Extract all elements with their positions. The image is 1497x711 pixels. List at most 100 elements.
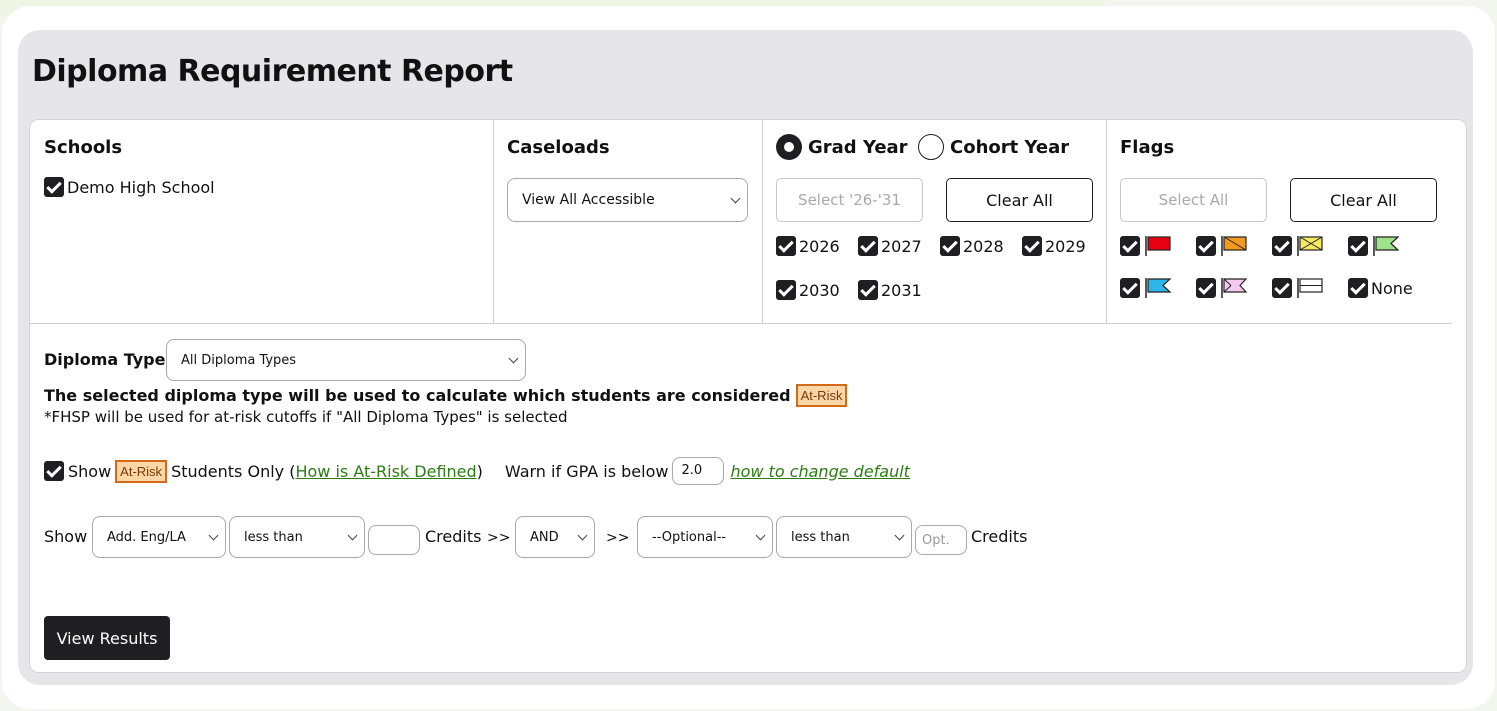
credits-input-1[interactable] <box>368 525 420 555</box>
credits-label-2: Credits <box>971 527 1028 546</box>
page-title: Diploma Requirement Report <box>32 54 513 89</box>
schools-section: Schools Demo High School <box>30 120 494 323</box>
cohort-year-label: Cohort Year <box>950 136 1070 158</box>
comparator-selected-1: less than <box>244 529 303 545</box>
credits-label-1: Credits <box>425 527 482 546</box>
school-label: Demo High School <box>67 177 215 197</box>
radio-unselected-icon <box>918 134 944 160</box>
checkbox-checked-icon <box>1022 236 1042 256</box>
credits-placeholder: Opt. <box>922 532 950 548</box>
cohort-year-radio[interactable]: Cohort Year <box>918 134 1069 160</box>
chevron-down-icon <box>577 530 588 541</box>
at-risk-badge: At-Risk <box>795 384 848 407</box>
grad-year-label: Grad Year <box>808 136 908 158</box>
white-flag-icon <box>1297 278 1323 298</box>
radio-selected-icon <box>776 134 802 160</box>
checkbox-checked-icon <box>1120 236 1140 256</box>
checkbox-checked-icon <box>776 280 796 300</box>
optional-subject-select[interactable]: --Optional-- <box>637 516 773 558</box>
checkbox-checked-icon <box>1196 236 1216 256</box>
checkbox-checked-icon <box>858 280 878 300</box>
year-checkbox-2027[interactable]: 2027 <box>858 236 922 256</box>
arrow-label-1: >> <box>487 530 511 546</box>
flag-checkbox-red[interactable] <box>1120 235 1173 257</box>
diploma-type-select[interactable]: All Diploma Types <box>166 339 526 381</box>
report-frame: Diploma Requirement Report Schools Demo … <box>18 30 1473 685</box>
comparator-select-2[interactable]: less than <box>776 516 912 558</box>
flags-section: Flags Select All Clear All None <box>1106 120 1452 323</box>
change-default-link[interactable]: how to change default <box>730 462 910 481</box>
year-checkbox-2028[interactable]: 2028 <box>940 236 1004 256</box>
diploma-note-text: The selected diploma type will be used t… <box>44 386 791 405</box>
year-checkbox-2031[interactable]: 2031 <box>858 280 922 300</box>
flag-checkbox-yellow[interactable] <box>1272 235 1325 257</box>
none-flag-label: None <box>1371 278 1413 298</box>
show-label: Show <box>68 461 112 481</box>
checkbox-checked-icon <box>776 236 796 256</box>
blue-flag-icon <box>1145 278 1172 298</box>
at-risk-definition-link[interactable]: How is At-Risk Defined <box>295 462 476 481</box>
year-label: 2026 <box>799 236 840 256</box>
report-panel: Schools Demo High School Caseloads View … <box>30 120 1466 672</box>
flag-checkbox-none[interactable]: None <box>1348 278 1413 298</box>
red-flag-icon <box>1145 236 1171 256</box>
gpa-threshold-input[interactable]: 2.0 <box>672 457 725 485</box>
diploma-type-note: The selected diploma type will be used t… <box>44 384 848 407</box>
flag-checkbox-pink[interactable] <box>1196 277 1249 299</box>
orange-flag-icon <box>1221 236 1247 256</box>
chevron-down-icon <box>508 353 519 364</box>
checkbox-checked-icon <box>940 236 960 256</box>
logic-select[interactable]: AND <box>515 516 595 558</box>
year-checkbox-2030[interactable]: 2030 <box>776 280 840 300</box>
filter-sections: Schools Demo High School Caseloads View … <box>30 120 1452 324</box>
grad-year-section: Grad Year Cohort Year Select '26-'31 Cle… <box>762 120 1107 323</box>
grad-year-radio[interactable]: Grad Year <box>776 134 908 160</box>
arrow-label-2: >> <box>606 530 630 546</box>
comparator-select-1[interactable]: less than <box>229 516 365 558</box>
select-years-button[interactable]: Select '26-'31 <box>776 178 923 222</box>
at-risk-badge: At-Risk <box>115 459 168 483</box>
subject-selected: Add. Eng/LA <box>107 529 186 545</box>
year-label: 2027 <box>881 236 922 256</box>
year-label: 2031 <box>881 280 922 300</box>
year-checkbox-2029[interactable]: 2029 <box>1022 236 1086 256</box>
clear-years-button[interactable]: Clear All <box>946 178 1093 222</box>
flags-heading: Flags <box>1120 137 1175 158</box>
select-all-flags-button[interactable]: Select All <box>1120 178 1267 222</box>
students-only-label: Students Only ( <box>171 461 296 481</box>
pink-flag-icon <box>1221 278 1248 298</box>
subject-select[interactable]: Add. Eng/LA <box>92 516 226 558</box>
school-checkbox-demo-high-school[interactable]: Demo High School <box>44 177 215 197</box>
comparator-selected-2: less than <box>791 529 850 545</box>
checkbox-checked-icon <box>858 236 878 256</box>
diploma-type-label: Diploma Type: <box>44 350 172 369</box>
show-at-risk-row: Show At-Risk Students Only (How is At-Ri… <box>44 457 910 485</box>
diploma-type-selected: All Diploma Types <box>181 352 297 368</box>
year-label: 2028 <box>963 236 1004 256</box>
flag-checkbox-orange[interactable] <box>1196 235 1249 257</box>
filter-show-label: Show <box>44 527 88 546</box>
checkbox-checked-icon <box>1272 278 1292 298</box>
chevron-down-icon <box>730 193 741 204</box>
caseloads-selected: View All Accessible <box>522 192 655 208</box>
caseloads-select[interactable]: View All Accessible <box>507 178 748 222</box>
flag-checkbox-white[interactable] <box>1272 277 1325 299</box>
clear-all-flags-button[interactable]: Clear All <box>1290 178 1437 222</box>
logic-selected: AND <box>530 529 559 545</box>
chevron-down-icon <box>894 530 905 541</box>
show-at-risk-checkbox[interactable] <box>44 461 64 481</box>
caseloads-section: Caseloads View All Accessible <box>493 120 763 323</box>
flag-checkbox-green[interactable] <box>1348 235 1401 257</box>
view-results-button[interactable]: View Results <box>44 616 170 660</box>
year-checkbox-2026[interactable]: 2026 <box>776 236 840 256</box>
flag-checkbox-blue[interactable] <box>1120 277 1173 299</box>
checkbox-checked-icon <box>1348 278 1368 298</box>
schools-heading: Schools <box>44 137 123 158</box>
chevron-down-icon <box>208 530 219 541</box>
checkbox-checked-icon <box>1196 278 1216 298</box>
gpa-warning-label: Warn if GPA is below <box>504 461 669 481</box>
yellow-flag-icon <box>1297 236 1323 256</box>
year-label: 2029 <box>1045 236 1086 256</box>
fhsp-footnote: *FHSP will be used for at-risk cutoffs i… <box>44 408 568 426</box>
credits-input-2[interactable]: Opt. <box>915 525 967 555</box>
